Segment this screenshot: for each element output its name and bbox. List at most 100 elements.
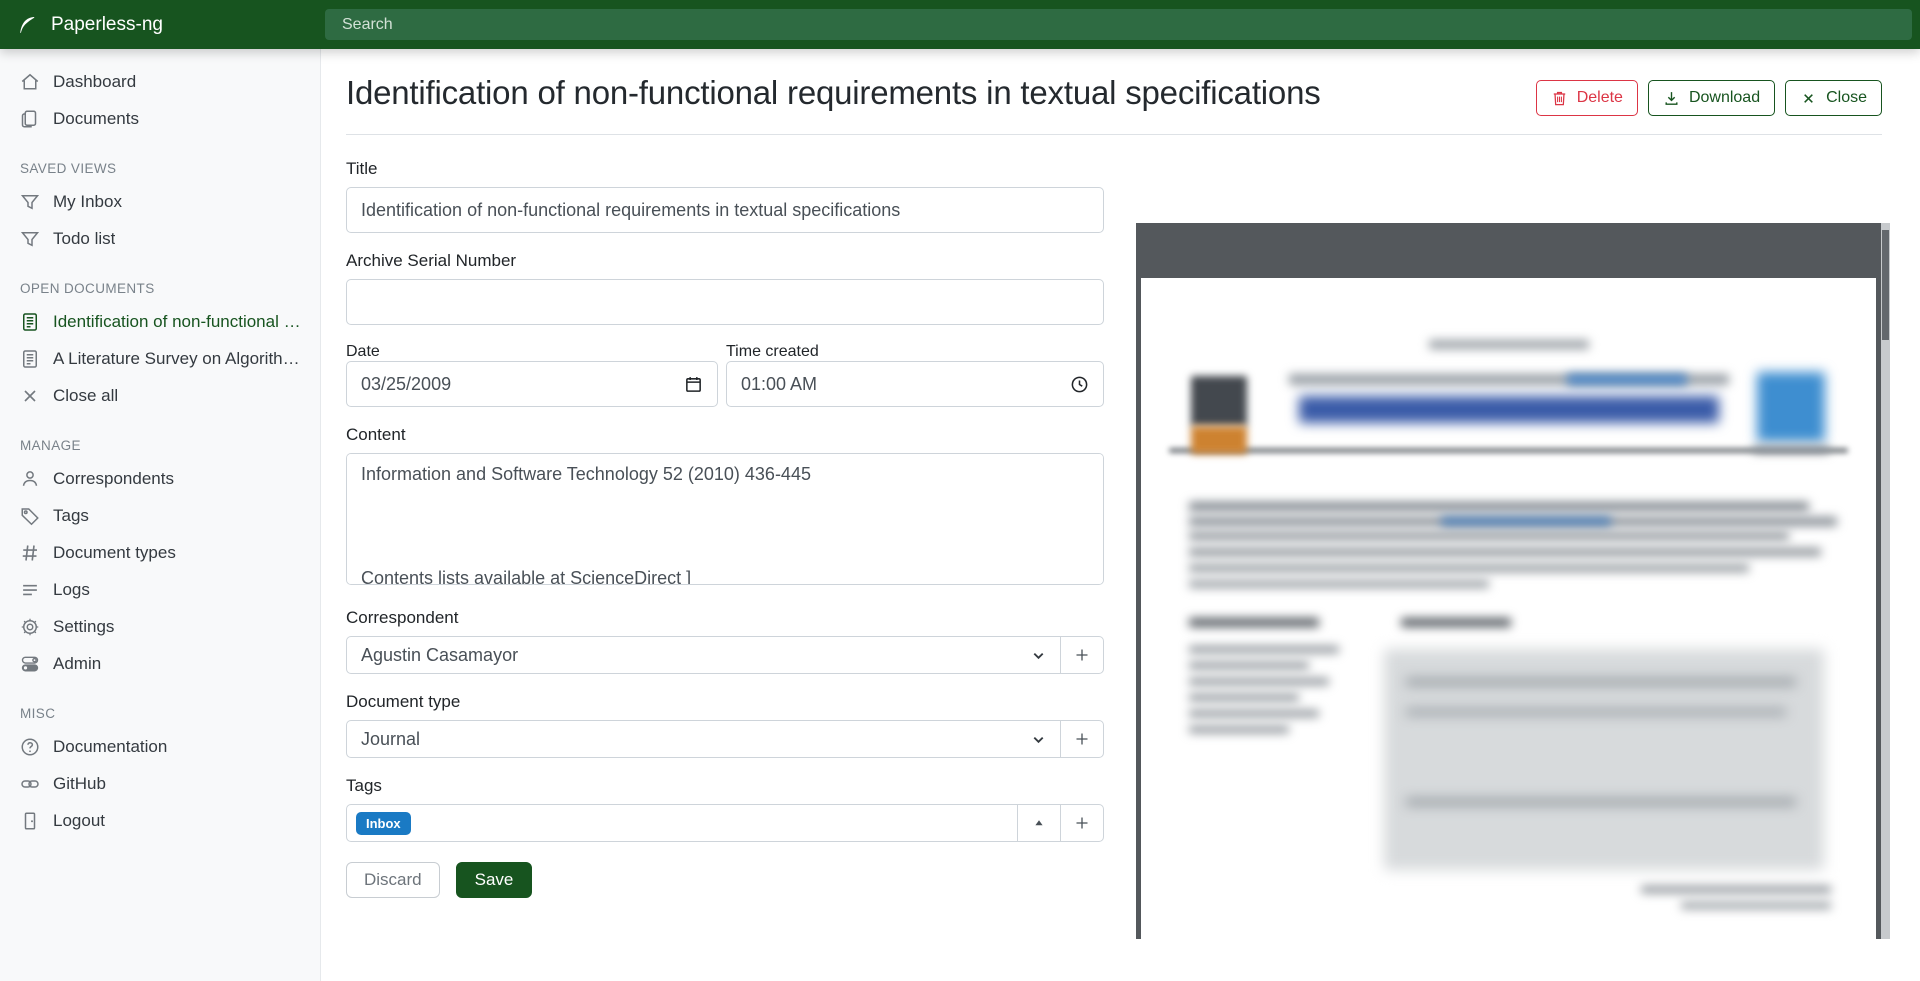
sidebar-item-label: Dashboard bbox=[53, 72, 136, 92]
file-text-icon bbox=[20, 312, 40, 332]
sidebar-item-logout[interactable]: Logout bbox=[0, 802, 320, 839]
asn-input[interactable] bbox=[346, 279, 1104, 325]
sidebar: Dashboard Documents SAVED VIEWS My Inbox… bbox=[0, 49, 321, 981]
triangle-up-icon bbox=[1031, 815, 1047, 831]
logout-door-icon bbox=[20, 811, 40, 831]
sidebar-item-label: Settings bbox=[53, 617, 114, 637]
sidebar-item-label: Documents bbox=[53, 109, 139, 129]
sidebar-item-label: Todo list bbox=[53, 229, 115, 249]
sidebar-item-dashboard[interactable]: Dashboard bbox=[0, 63, 320, 100]
date-time-row: Date 03/25/2009 Time created 01:00 AM bbox=[346, 343, 1104, 407]
logs-icon bbox=[20, 580, 40, 600]
add-tag-button[interactable] bbox=[1060, 804, 1104, 842]
filter-icon bbox=[20, 192, 40, 212]
close-button[interactable]: Close bbox=[1785, 80, 1882, 116]
download-button[interactable]: Download bbox=[1648, 80, 1775, 116]
sidebar-item-documentation[interactable]: Documentation bbox=[0, 728, 320, 765]
blurred-text-line bbox=[1406, 708, 1786, 716]
sidebar-item-correspondents[interactable]: Correspondents bbox=[0, 460, 320, 497]
blurred-text-line bbox=[1429, 340, 1589, 349]
close-icon bbox=[1800, 90, 1817, 107]
time-input[interactable]: 01:00 AM bbox=[726, 361, 1104, 407]
search-input[interactable] bbox=[325, 9, 1912, 40]
document-type-label: Document type bbox=[346, 692, 1104, 712]
blurred-text-line bbox=[1189, 662, 1309, 669]
blurred-text-line bbox=[1406, 678, 1796, 686]
document-type-select[interactable]: Journal bbox=[346, 720, 1061, 758]
title-input[interactable] bbox=[346, 187, 1104, 233]
sidebar-item-label: Tags bbox=[53, 506, 89, 526]
home-icon bbox=[20, 72, 40, 92]
blurred-text-line bbox=[1189, 646, 1339, 653]
sidebar-item-document-types[interactable]: Document types bbox=[0, 534, 320, 571]
sidebar-item-label: Close all bbox=[53, 386, 118, 406]
collapse-tags-button[interactable] bbox=[1017, 804, 1061, 842]
blurred-text-line bbox=[1406, 798, 1796, 806]
chevron-down-icon bbox=[1031, 732, 1046, 747]
add-document-type-button[interactable] bbox=[1060, 720, 1104, 758]
time-value: 01:00 AM bbox=[741, 374, 817, 395]
sidebar-open-document-1[interactable]: Identification of non-functional require… bbox=[0, 303, 320, 340]
sidebar-open-document-2[interactable]: A Literature Survey on Algorithms for Mu… bbox=[0, 340, 320, 377]
sidebar-item-label: Admin bbox=[53, 654, 101, 674]
feather-logo-icon bbox=[17, 15, 37, 35]
blurred-link-line bbox=[1441, 517, 1611, 526]
sidebar-item-settings[interactable]: Settings bbox=[0, 608, 320, 645]
blurred-text-line bbox=[1189, 532, 1789, 540]
sidebar-item-label: Document types bbox=[53, 543, 176, 563]
clock-icon[interactable] bbox=[1070, 375, 1089, 394]
download-button-label: Download bbox=[1689, 89, 1760, 107]
calendar-icon[interactable] bbox=[684, 375, 703, 394]
add-correspondent-button[interactable] bbox=[1060, 636, 1104, 674]
pdf-preview-pane[interactable] bbox=[1136, 223, 1890, 939]
pdf-page bbox=[1141, 278, 1876, 939]
date-input[interactable]: 03/25/2009 bbox=[346, 361, 718, 407]
tag-chip-inbox[interactable]: Inbox bbox=[356, 812, 411, 835]
sidebar-item-tags[interactable]: Tags bbox=[0, 497, 320, 534]
trash-icon bbox=[1551, 90, 1568, 107]
blurred-text-line bbox=[1189, 548, 1821, 556]
sidebar-item-todo-list[interactable]: Todo list bbox=[0, 220, 320, 257]
question-circle-icon bbox=[20, 737, 40, 757]
delete-button[interactable]: Delete bbox=[1536, 80, 1638, 116]
blurred-text-line bbox=[1753, 446, 1829, 453]
form-actions: Discard Save bbox=[346, 862, 1104, 898]
correspondent-value: Agustin Casamayor bbox=[361, 645, 518, 666]
time-created-label: Time created bbox=[726, 343, 819, 360]
header-buttons: Delete Download Close bbox=[1536, 80, 1882, 116]
tag-icon bbox=[20, 506, 40, 526]
content-textarea[interactable]: Information and Software Technology 52 (… bbox=[346, 453, 1104, 585]
asn-label: Archive Serial Number bbox=[346, 251, 1104, 271]
blurred-section-header bbox=[1401, 618, 1511, 627]
title-label: Title bbox=[346, 159, 1104, 179]
sidebar-item-logs[interactable]: Logs bbox=[0, 571, 320, 608]
preview-scrollbar[interactable] bbox=[1881, 223, 1890, 939]
blurred-text-line bbox=[1189, 502, 1809, 511]
sidebar-item-documents[interactable]: Documents bbox=[0, 100, 320, 137]
blurred-text-line bbox=[1189, 694, 1299, 701]
close-icon bbox=[20, 386, 40, 406]
blurred-text-line bbox=[1641, 886, 1831, 893]
date-label: Date bbox=[346, 343, 380, 360]
tags-input[interactable]: Inbox bbox=[346, 804, 1018, 842]
blurred-text-line bbox=[1189, 580, 1489, 588]
time-field-group: Time created 01:00 AM bbox=[726, 343, 1104, 407]
discard-button[interactable]: Discard bbox=[346, 862, 440, 898]
sidebar-item-admin[interactable]: Admin bbox=[0, 645, 320, 682]
sidebar-item-close-all[interactable]: Close all bbox=[0, 377, 320, 414]
asn-field-group: Archive Serial Number bbox=[346, 251, 1104, 325]
blurred-text-line bbox=[1189, 710, 1319, 717]
save-button[interactable]: Save bbox=[456, 862, 533, 898]
app-brand[interactable]: Paperless-ng bbox=[0, 14, 321, 36]
link-icon bbox=[20, 774, 40, 794]
correspondent-select[interactable]: Agustin Casamayor bbox=[346, 636, 1061, 674]
sidebar-item-github[interactable]: GitHub bbox=[0, 765, 320, 802]
correspondent-label: Correspondent bbox=[346, 608, 1104, 628]
blurred-text-line bbox=[1189, 726, 1289, 733]
title-field-group: Title bbox=[346, 159, 1104, 233]
blurred-section-header bbox=[1189, 618, 1319, 627]
sidebar-item-my-inbox[interactable]: My Inbox bbox=[0, 183, 320, 220]
plus-icon bbox=[1074, 647, 1090, 663]
preview-scrollbar-thumb[interactable] bbox=[1882, 230, 1889, 340]
sidebar-item-label: My Inbox bbox=[53, 192, 122, 212]
